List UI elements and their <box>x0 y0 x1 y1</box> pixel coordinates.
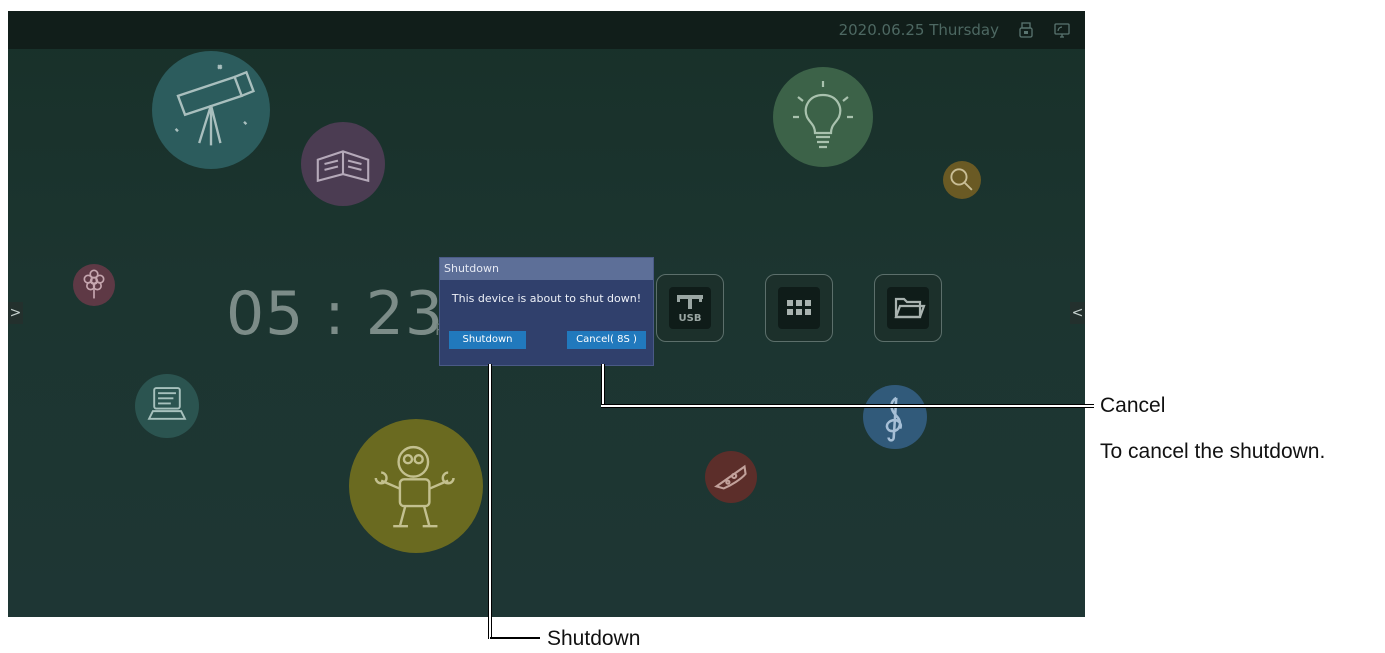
telescope-icon <box>174 64 255 146</box>
cancel-annotation-description: To cancel the shutdown. <box>1100 440 1326 463</box>
pizza-bubble <box>705 451 757 503</box>
dialog-title-bar: Shutdown <box>440 258 653 280</box>
shutdown-dialog: Shutdown This device is about to shut do… <box>439 257 654 366</box>
clock-time: 05 : 23 <box>226 279 445 349</box>
file-manager-tile[interactable] <box>874 274 942 342</box>
lightbulb-icon <box>793 81 853 149</box>
music-bubble <box>863 385 927 449</box>
lightbulb-bubble <box>773 67 873 167</box>
cancel-button[interactable]: Cancel( 8S ) <box>567 331 646 349</box>
pizza-icon <box>714 464 747 490</box>
app-grid-icon <box>778 287 820 329</box>
computer-bubble <box>135 374 199 438</box>
magnifier-bubble <box>943 161 981 199</box>
right-edge-arrow[interactable]: < <box>1070 302 1085 324</box>
shutdown-annotation-title: Shutdown <box>547 627 641 650</box>
usb-app-tile[interactable]: USB <box>656 274 724 342</box>
flower-icon <box>83 269 105 299</box>
screen-cast-icon[interactable] <box>1053 21 1071 39</box>
all-apps-tile[interactable] <box>765 274 833 342</box>
usb-icon: USB <box>669 287 711 329</box>
dialog-title: Shutdown <box>444 262 499 275</box>
left-edge-arrow[interactable]: > <box>8 302 23 324</box>
usb-label: USB <box>679 313 702 324</box>
folder-icon <box>887 287 929 329</box>
book-bubble <box>301 122 385 206</box>
treble-clef-icon <box>885 396 903 442</box>
telescope-bubble <box>152 51 270 169</box>
cancel-annotation-title: Cancel <box>1100 394 1166 417</box>
robot-icon <box>374 445 455 528</box>
shutdown-button[interactable]: Shutdown <box>449 331 526 349</box>
book-icon <box>316 150 370 183</box>
usb-drive-icon[interactable] <box>1017 21 1035 39</box>
home-screen: 2020.06.25 Thursday 05: 23 USB > < Shut… <box>8 11 1085 617</box>
computer-icon <box>147 387 187 420</box>
magnifier-icon <box>950 168 973 191</box>
flower-bubble <box>73 264 115 306</box>
dialog-message: This device is about to shut down! <box>451 292 642 305</box>
status-bar: 2020.06.25 Thursday <box>8 11 1085 49</box>
robot-bubble <box>349 419 483 553</box>
date-display: 2020.06.25 Thursday <box>838 21 999 39</box>
